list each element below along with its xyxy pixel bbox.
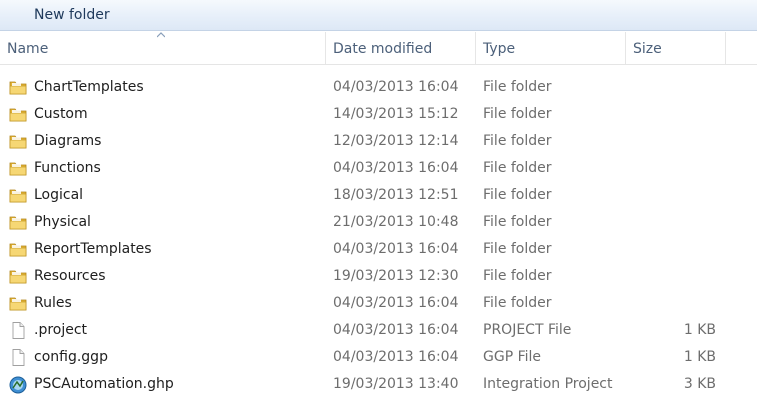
file-list-row[interactable]: Custom 14/03/2013 15:12 File folder xyxy=(0,101,757,128)
file-type: File folder xyxy=(483,187,552,203)
file-list-row[interactable]: PSCAutomation.ghp 19/03/2013 13:40 Integra… xyxy=(0,371,757,398)
column-header-size[interactable]: Size xyxy=(626,32,726,64)
file-date-modified: 19/03/2013 13:40 xyxy=(333,376,459,392)
file-size: 1 KB xyxy=(683,322,716,338)
file-date-modified: 14/03/2013 15:12 xyxy=(333,106,459,122)
file-name: config.ggp xyxy=(34,349,108,365)
file-type: File folder xyxy=(483,160,552,176)
file-name: Diagrams xyxy=(34,133,102,149)
file-name: PSCAutomation.ghp xyxy=(34,376,174,392)
folder-icon xyxy=(9,79,27,96)
file-type: Integration Project xyxy=(483,376,613,392)
file-name: Resources xyxy=(34,268,106,284)
file-type: File folder xyxy=(483,79,552,95)
file-date-modified: 18/03/2013 12:51 xyxy=(333,187,459,203)
file-name: ReportTemplates xyxy=(34,241,152,257)
file-name: Rules xyxy=(34,295,72,311)
file-type: File folder xyxy=(483,295,552,311)
integration-project-icon xyxy=(9,376,27,394)
file-type: File folder xyxy=(483,268,552,284)
column-header-date-label: Date modified xyxy=(333,41,433,57)
file-size: 1 KB xyxy=(683,349,716,365)
file-icon xyxy=(9,322,27,339)
folder-icon xyxy=(9,295,27,312)
folder-icon xyxy=(9,241,27,258)
file-list: ChartTemplates 04/03/2013 16:04 File folde… xyxy=(0,74,757,398)
file-date-modified: 04/03/2013 16:04 xyxy=(333,241,459,257)
file-type: File folder xyxy=(483,133,552,149)
file-date-modified: 21/03/2013 10:48 xyxy=(333,214,459,230)
file-name: Logical xyxy=(34,187,84,203)
new-folder-button[interactable]: New folder xyxy=(34,5,110,25)
file-date-modified: 04/03/2013 16:04 xyxy=(333,322,459,338)
file-list-row[interactable]: config.ggp 04/03/2013 16:04 GGP File 1 KB xyxy=(0,344,757,371)
folder-icon xyxy=(9,106,27,123)
file-list-row[interactable]: .project 04/03/2013 16:04 PROJECT File 1 KB xyxy=(0,317,757,344)
folder-icon xyxy=(9,214,27,231)
file-list-row[interactable]: Functions 04/03/2013 16:04 File folder xyxy=(0,155,757,182)
column-header-row: Name Date modified Type Size xyxy=(0,32,757,65)
column-header-date-modified[interactable]: Date modified xyxy=(326,32,476,64)
file-type: File folder xyxy=(483,214,552,230)
sort-ascending-icon xyxy=(156,32,166,38)
file-type: PROJECT File xyxy=(483,322,572,338)
folder-icon xyxy=(9,187,27,204)
file-list-row[interactable]: Diagrams 12/03/2013 12:14 File folder xyxy=(0,128,757,155)
file-date-modified: 04/03/2013 16:04 xyxy=(333,160,459,176)
file-name: Functions xyxy=(34,160,101,176)
file-name: Physical xyxy=(34,214,91,230)
file-type: GGP File xyxy=(483,349,542,365)
column-header-type-label: Type xyxy=(483,41,516,57)
file-name: Custom xyxy=(34,106,88,122)
folder-icon xyxy=(9,160,27,177)
file-date-modified: 04/03/2013 16:04 xyxy=(333,79,459,95)
file-icon xyxy=(9,349,27,366)
file-date-modified: 04/03/2013 16:04 xyxy=(333,349,459,365)
folder-icon xyxy=(9,268,27,285)
file-name: .project xyxy=(34,322,88,338)
column-header-name-label: Name xyxy=(7,41,49,57)
file-list-row[interactable]: Logical 18/03/2013 12:51 File folder xyxy=(0,182,757,209)
file-type: File folder xyxy=(483,106,552,122)
column-header-size-label: Size xyxy=(633,41,662,57)
file-list-row[interactable]: ChartTemplates 04/03/2013 16:04 File folde… xyxy=(0,74,757,101)
file-list-row[interactable]: Rules 04/03/2013 16:04 File folder xyxy=(0,290,757,317)
file-list-row[interactable]: Resources 19/03/2013 12:30 File folder xyxy=(0,263,757,290)
file-date-modified: 04/03/2013 16:04 xyxy=(333,295,459,311)
column-header-type[interactable]: Type xyxy=(476,32,626,64)
folder-icon xyxy=(9,133,27,150)
file-type: File folder xyxy=(483,241,552,257)
file-date-modified: 19/03/2013 12:30 xyxy=(333,268,459,284)
file-name: ChartTemplates xyxy=(34,79,144,95)
file-size: 3 KB xyxy=(683,376,716,392)
file-list-row[interactable]: ReportTemplates 04/03/2013 16:04 File fold… xyxy=(0,236,757,263)
file-date-modified: 12/03/2013 12:14 xyxy=(333,133,459,149)
file-list-row[interactable]: Physical 21/03/2013 10:48 File folder xyxy=(0,209,757,236)
command-bar: New folder xyxy=(0,0,757,31)
